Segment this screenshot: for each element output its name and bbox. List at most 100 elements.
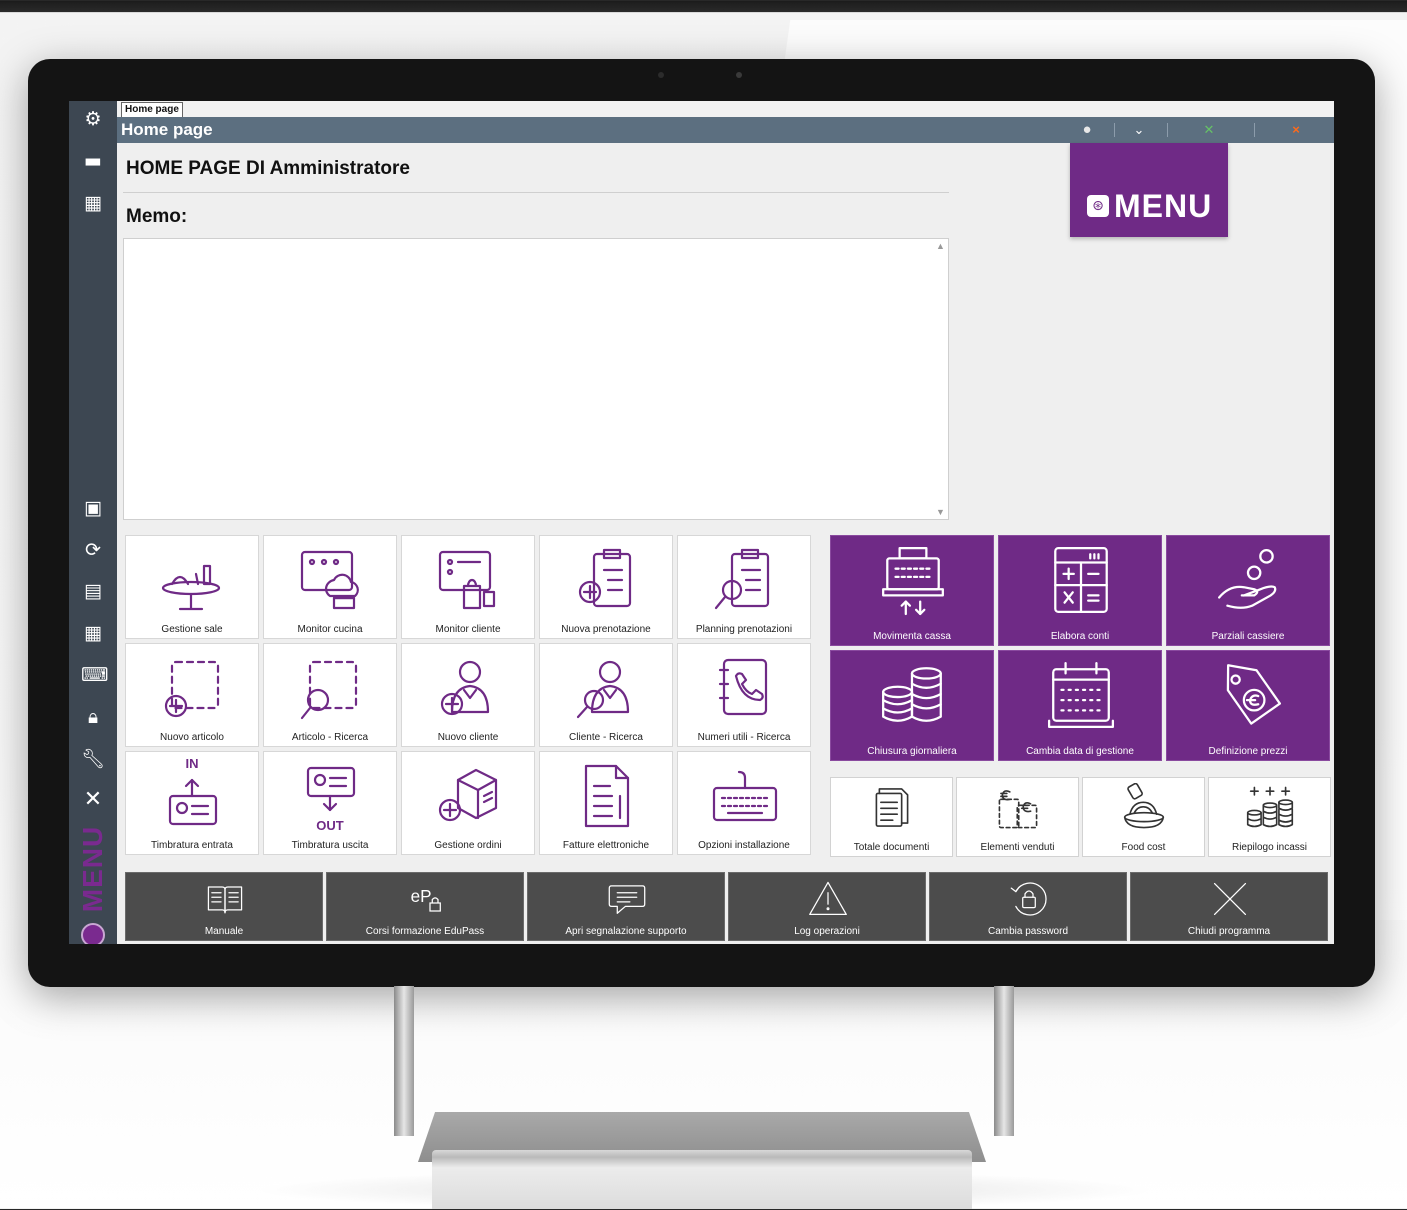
page-title: HOME PAGE DI Amministratore [126, 158, 410, 179]
dining-table-tile[interactable]: Gestione sale [125, 535, 259, 639]
close-window-button[interactable]: × [1276, 121, 1316, 139]
new-customer-tile[interactable]: Nuovo cliente [401, 643, 535, 747]
menu-logo: ⊛ MENU [1070, 143, 1228, 237]
svg-text:eP: eP [411, 886, 432, 906]
customer-search-tile[interactable]: Cliente - Ricerca [539, 643, 673, 747]
keyboard-icon [712, 770, 778, 822]
tile-label: Gestione ordini [434, 840, 502, 851]
calculator-side-icon[interactable]: ▦ [81, 621, 105, 645]
tile-label: Totale documenti [853, 842, 930, 853]
tile-label: Parziali cassiere [1211, 631, 1285, 642]
documents-tile[interactable]: Totale documenti [830, 777, 953, 857]
clock-in-icon [168, 778, 218, 826]
divider [123, 192, 949, 193]
tile-label: Numeri utili - Ricerca [697, 732, 791, 743]
tile-label: Cambia password [987, 926, 1069, 937]
tile-label: Definizione prezzi [1208, 746, 1288, 757]
customer-monitor-tile[interactable]: Monitor cliente [401, 535, 535, 639]
edupass-tile[interactable]: eP Corsi formazione EduPass [326, 872, 524, 941]
hand-coin-tile[interactable]: Parziali cassiere [1166, 535, 1330, 646]
brand-logo-icon [81, 923, 105, 944]
e-invoice-icon [584, 764, 630, 828]
sold-items-tile[interactable]: Elementi venduti [956, 777, 1079, 857]
minimize-icon[interactable]: ✕ [1189, 121, 1229, 139]
sold-items-icon [998, 790, 1038, 829]
customer-search-icon [576, 660, 630, 719]
new-article-tile[interactable]: Nuovo articolo [125, 643, 259, 747]
coin-stacks-tile[interactable]: Chiusura giornaliera [830, 650, 994, 761]
price-tag-tile[interactable]: Definizione prezzi [1166, 650, 1330, 761]
booking-search-tile[interactable]: Planning prenotazioni [677, 535, 811, 639]
edupass-icon: eP [411, 886, 441, 912]
printer-icon[interactable]: ▬ [81, 149, 105, 173]
chat-icon [608, 885, 646, 914]
book-tile[interactable]: Manuale [125, 872, 323, 941]
memo-textarea[interactable]: ▲ ▼ [123, 238, 949, 520]
chef-monitor-icon [300, 550, 359, 610]
scroll-down-icon[interactable]: ▼ [936, 507, 945, 517]
scroll-up-icon[interactable]: ▲ [936, 241, 945, 251]
orders-box-tile[interactable]: Gestione ordini [401, 751, 535, 855]
calendar-tile[interactable]: Cambia data di gestione [998, 650, 1162, 761]
keyboard-tile[interactable]: Opzioni installazione [677, 751, 811, 855]
tile-label: Apri segnalazione supporto [565, 926, 687, 937]
food-cost-icon [1123, 783, 1165, 829]
cash-register-tile[interactable]: Movimenta cassa [830, 535, 994, 646]
tab-bar: Home page [117, 101, 1334, 118]
warning-tile[interactable]: Log operazioni [728, 872, 926, 941]
tile-label: Opzioni installazione [698, 840, 790, 851]
exit-x-icon[interactable]: ✕ [81, 788, 105, 812]
help-icon[interactable]: ● [1067, 121, 1107, 139]
side-brand-text: MENU [77, 825, 108, 913]
calculator-tile[interactable]: Elabora conti [998, 535, 1162, 646]
chat-tile[interactable]: Apri segnalazione supporto [527, 872, 725, 941]
save-floppy-icon[interactable]: ▣ [81, 496, 105, 520]
article-search-tile[interactable]: Articolo - Ricerca [263, 643, 397, 747]
tile-label: Timbratura entrata [151, 840, 233, 851]
tab-home-page[interactable]: Home page [121, 102, 183, 117]
camera-dot [658, 72, 664, 78]
tile-label: Chiusura giornaliera [867, 746, 957, 757]
settings-gear-icon[interactable]: ⚙ [81, 107, 105, 131]
memo-scrollbar[interactable]: ▲ ▼ [934, 239, 948, 519]
tile-label: Cambia data di gestione [1026, 746, 1134, 757]
main-area: HOME PAGE DI Amministratore Memo: ▲ ▼ ⊛ … [117, 143, 1334, 944]
excel-export-icon[interactable]: ▤ [81, 579, 105, 603]
tile-tag: OUT [316, 818, 344, 833]
close-tile[interactable]: Chiudi programma [1130, 872, 1328, 941]
clock-in-tile[interactable]: IN Timbratura entrata [125, 751, 259, 855]
wrench-icon[interactable]: 🔧︎ [81, 747, 105, 771]
close-icon [1213, 882, 1247, 916]
article-search-icon [300, 660, 358, 720]
tile-label: Monitor cliente [435, 624, 501, 635]
tile-label: Movimenta cassa [873, 631, 951, 642]
tile-label: Cliente - Ricerca [569, 732, 643, 743]
orders-box-icon [438, 768, 498, 822]
cash-summary-tile[interactable]: Riepilogo incassi [1208, 777, 1331, 857]
chevron-down-icon[interactable]: ⌄ [1119, 121, 1159, 139]
lock-refresh-tile[interactable]: Cambia password [929, 872, 1127, 941]
calendar-icon [1047, 661, 1115, 729]
cash-summary-icon [1246, 786, 1294, 828]
clock-out-tile[interactable]: OUT Timbratura uscita [263, 751, 397, 855]
tile-label: Corsi formazione EduPass [365, 926, 485, 937]
documents-icon [875, 788, 909, 827]
lock-icon[interactable]: 🔒︎ [81, 705, 105, 729]
chef-monitor-tile[interactable]: Monitor cucina [263, 535, 397, 639]
refresh-icon[interactable]: ⟳ [81, 538, 105, 562]
e-invoice-tile[interactable]: Fatture elettroniche [539, 751, 673, 855]
tile-label: Monitor cucina [297, 624, 363, 635]
app-screen: ⚙ ▬ ▦ ▣ ⟳ ▤ ▦ ⌨ 🔒︎ 🔧︎ ✕ MENU Home page H… [69, 101, 1334, 944]
calculator-icon [1054, 546, 1108, 614]
price-tag-icon [1226, 664, 1281, 725]
phonebook-tile[interactable]: Numeri utili - Ricerca [677, 643, 811, 747]
tile-label: Riepilogo incassi [1231, 842, 1308, 853]
layout-add-icon[interactable]: ▦ [81, 191, 105, 215]
keyboard-side-icon[interactable]: ⌨ [81, 663, 108, 687]
tile-label: Log operazioni [794, 926, 860, 937]
food-cost-tile[interactable]: Food cost [1082, 777, 1205, 857]
cash-register-icon [882, 546, 944, 616]
new-booking-tile[interactable]: Nuova prenotazione [539, 535, 673, 639]
tile-label: Planning prenotazioni [695, 624, 793, 635]
new-customer-icon [440, 660, 490, 716]
